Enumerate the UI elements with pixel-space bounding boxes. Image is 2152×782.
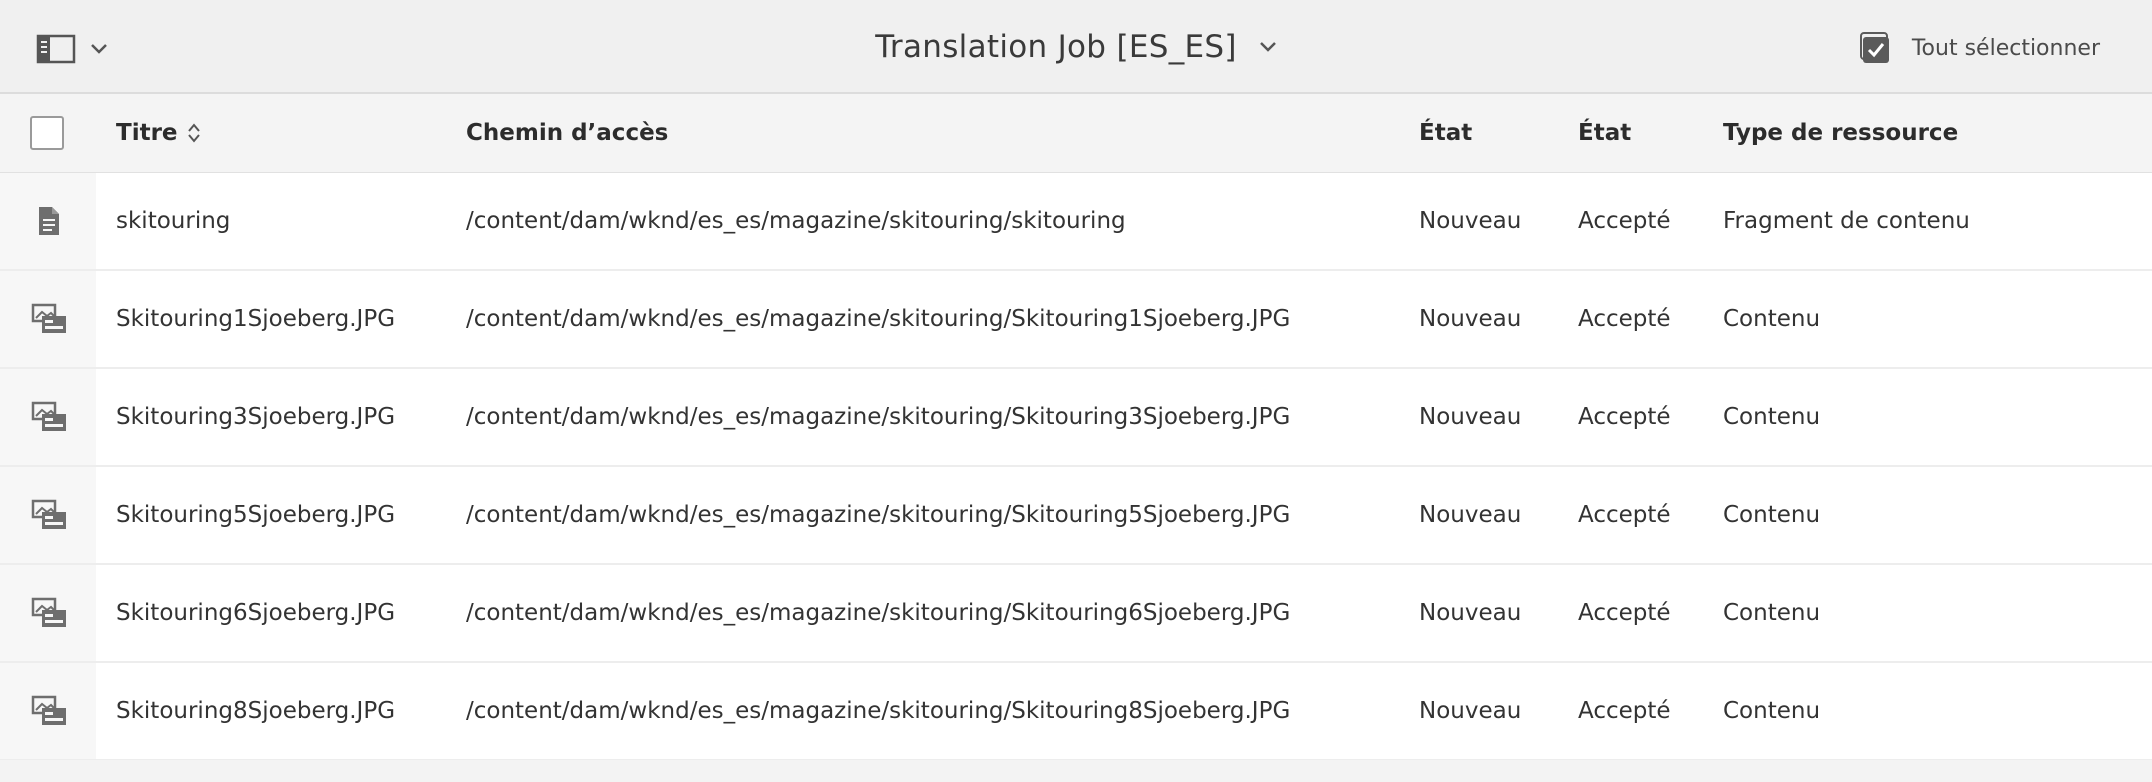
cell-path: /content/dam/wknd/es_es/magazine/skitour… [466,698,1291,724]
translation-items-table: Titre Chemin d’accès État État Type de r… [0,94,2152,761]
cell-path: /content/dam/wknd/es_es/magazine/skitour… [466,208,1126,234]
table-row[interactable]: Skitouring5Sjoeberg.JPG /content/dam/wkn… [0,467,2152,565]
cell-state: Accepté [1578,600,1671,626]
table-header: Titre Chemin d’accès État État Type de r… [0,94,2152,173]
sort-icon [187,123,200,143]
cell-title: Skitouring3Sjoeberg.JPG [116,404,396,430]
cell-state: Accepté [1578,208,1671,234]
image-asset-icon [31,499,66,529]
cell-path: /content/dam/wknd/es_es/magazine/skitour… [466,306,1291,332]
cell-path: /content/dam/wknd/es_es/magazine/skitour… [466,404,1291,430]
translation-job-view: Translation Job [ES_ES] Tout sélectionne… [0,0,2152,782]
cell-type: Contenu [1723,600,1821,626]
cell-status: Nouveau [1419,502,1522,528]
cell-status: Nouveau [1419,404,1522,430]
cell-title: skitouring [116,208,231,234]
page-title: Translation Job [ES_ES] [875,29,1237,65]
cell-state: Accepté [1578,502,1671,528]
select-all-label: Tout sélectionner [1911,35,2100,61]
cell-status: Nouveau [1419,306,1522,332]
table-row[interactable]: Skitouring8Sjoeberg.JPG /content/dam/wkn… [0,663,2152,761]
image-asset-icon [31,695,66,725]
cell-path: /content/dam/wknd/es_es/magazine/skitour… [466,502,1291,528]
column-header-type: Type de ressource [1723,120,1959,146]
column-header-title[interactable]: Titre [116,94,202,172]
cell-title: Skitouring1Sjoeberg.JPG [116,306,396,332]
cell-title: Skitouring6Sjoeberg.JPG [116,600,396,626]
cell-status: Nouveau [1419,208,1522,234]
column-header-state: État [1578,120,1632,146]
image-asset-icon [31,303,66,333]
chevron-down-icon [91,44,107,54]
table-row[interactable]: Skitouring3Sjoeberg.JPG /content/dam/wkn… [0,369,2152,467]
cell-type: Contenu [1723,502,1821,528]
table-row[interactable]: Skitouring1Sjoeberg.JPG /content/dam/wkn… [0,271,2152,369]
column-header-path: Chemin d’accès [466,120,669,146]
cell-title: Skitouring8Sjoeberg.JPG [116,698,396,724]
column-header-title-label: Titre [116,120,178,146]
cell-title: Skitouring5Sjoeberg.JPG [116,502,396,528]
cell-type: Contenu [1723,306,1821,332]
cell-state: Accepté [1578,698,1671,724]
job-title-dropdown[interactable]: Translation Job [ES_ES] [875,29,1277,65]
select-all-button[interactable]: Tout sélectionner [1859,28,2100,68]
document-icon [39,207,59,235]
cell-state: Accepté [1578,306,1671,332]
checkbox-checked-icon [1859,32,1889,63]
cell-type: Contenu [1723,698,1821,724]
table-row[interactable]: Skitouring6Sjoeberg.JPG /content/dam/wkn… [0,565,2152,663]
rail-toggle-button[interactable] [36,30,120,68]
cell-path: /content/dam/wknd/es_es/magazine/skitour… [466,600,1291,626]
image-asset-icon [31,401,66,431]
cell-status: Nouveau [1419,600,1522,626]
cell-status: Nouveau [1419,698,1522,724]
table-row[interactable]: skitouring /content/dam/wknd/es_es/magaz… [0,173,2152,271]
chevron-down-icon [1259,42,1276,52]
sidebar-panel-icon [36,34,76,64]
action-bar: Translation Job [ES_ES] Tout sélectionne… [0,0,2152,94]
cell-type: Contenu [1723,404,1821,430]
cell-state: Accepté [1578,404,1671,430]
cell-type: Fragment de contenu [1723,208,1970,234]
column-header-status: État [1419,120,1473,146]
image-asset-icon [31,597,66,627]
select-all-checkbox[interactable] [30,116,64,150]
